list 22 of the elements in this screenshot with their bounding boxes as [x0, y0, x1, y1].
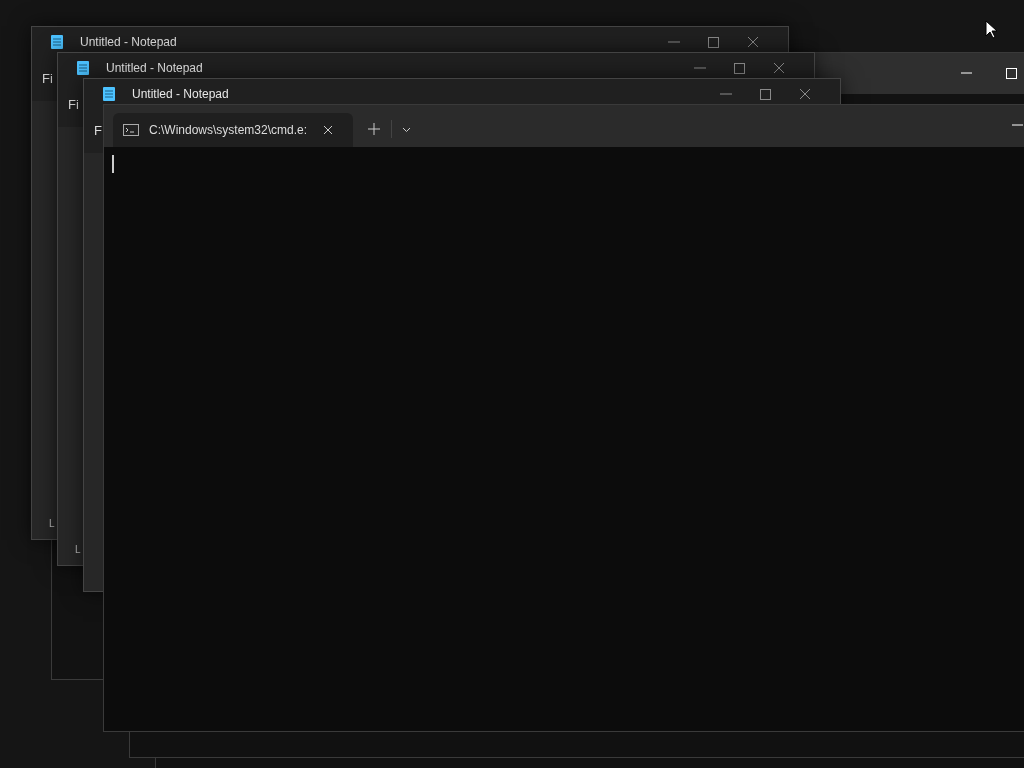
menu-item[interactable]: Fi	[42, 69, 53, 89]
text-cursor	[112, 155, 114, 173]
notepad-icon	[50, 34, 64, 50]
menu-item[interactable]: Fi	[68, 95, 79, 115]
status-text: L	[49, 517, 55, 531]
close-icon[interactable]	[773, 62, 785, 74]
tab-title: C:\Windows\system32\cmd.e:	[149, 122, 308, 139]
close-icon[interactable]	[799, 88, 811, 100]
terminal-tab[interactable]: C:\Windows\system32\cmd.e:	[113, 113, 353, 147]
window-title: Untitled - Notepad	[80, 34, 177, 51]
status-text: L	[75, 543, 81, 557]
add-icon[interactable]	[368, 123, 380, 135]
close-icon[interactable]	[747, 36, 759, 48]
notepad-icon	[102, 86, 116, 102]
notepad-icon	[76, 60, 90, 76]
console-icon	[123, 124, 139, 136]
window-title: Untitled - Notepad	[132, 86, 229, 103]
close-icon[interactable]	[323, 125, 334, 135]
chevron-down-icon[interactable]	[402, 127, 411, 133]
window-title: Untitled - Notepad	[106, 60, 203, 77]
menu-item[interactable]: F	[94, 121, 102, 141]
mouse-pointer-icon	[985, 20, 998, 39]
